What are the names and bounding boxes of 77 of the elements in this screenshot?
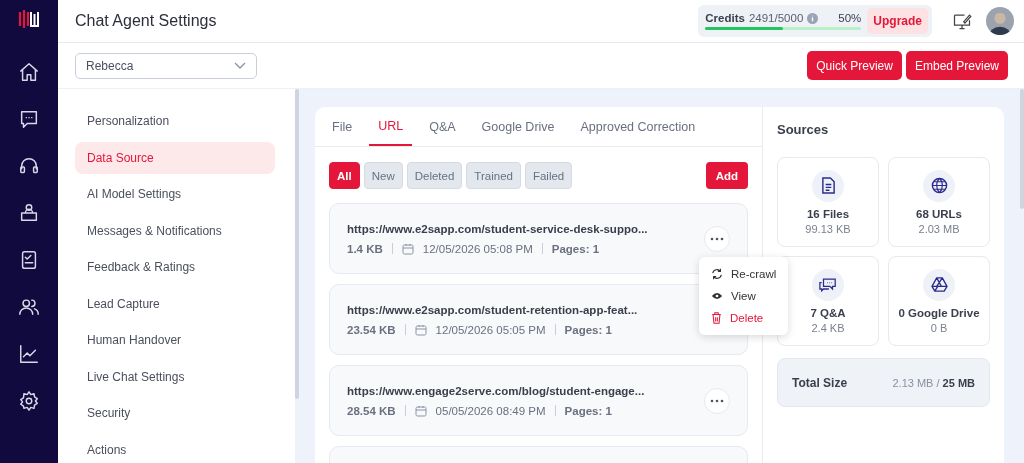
eye-icon xyxy=(711,291,723,301)
trash-icon xyxy=(711,312,722,324)
settings-icon[interactable] xyxy=(18,390,40,412)
calendar-icon xyxy=(401,242,414,255)
page-count: Pages: 1 xyxy=(564,404,612,417)
upgrade-button[interactable]: Upgrade xyxy=(867,8,928,34)
settings-menu-item[interactable]: Security xyxy=(75,397,275,429)
context-menu-item[interactable]: Delete xyxy=(699,307,789,329)
settings-menu-item[interactable]: Messages & Notifications xyxy=(75,214,275,247)
filter-chip[interactable]: Failed xyxy=(524,162,573,189)
total-size-label: Total Size xyxy=(792,375,848,390)
chat-bubbles-icon xyxy=(819,277,837,292)
total-size-value: 2.13 MB / 25 MB xyxy=(892,376,975,389)
settings-menu-item[interactable]: Live Chat Settings xyxy=(75,360,275,393)
document-icon xyxy=(820,177,836,194)
context-menu-item[interactable]: View xyxy=(699,285,789,307)
source-count: 7 Q&A xyxy=(810,306,846,319)
calendar-icon xyxy=(414,404,427,417)
source-size: 2.4 KB xyxy=(811,321,845,334)
url-text: https://www.e2sapp.com/student-retention-app-feat... xyxy=(347,303,639,316)
user-avatar[interactable] xyxy=(986,7,1014,35)
crawl-date: 12/05/2026 05:05 PM xyxy=(435,323,546,336)
file-size: 1.4 KB xyxy=(347,242,383,255)
add-button[interactable]: Add xyxy=(705,162,748,189)
credits-percent: 50% xyxy=(838,12,862,24)
monitor-pen-icon[interactable] xyxy=(952,11,972,31)
chat-icon[interactable] xyxy=(18,108,40,130)
file-size: 23.54 KB xyxy=(347,323,396,336)
context-menu-item[interactable]: Re-crawl xyxy=(699,263,789,285)
source-count: 68 URLs xyxy=(916,207,962,220)
ellipsis-icon xyxy=(710,236,724,241)
settings-menu-item[interactable]: Data Source xyxy=(75,141,275,174)
sources-title: Sources xyxy=(777,122,830,137)
source-tab[interactable]: Google Drive xyxy=(472,107,564,146)
users-icon[interactable] xyxy=(18,296,40,318)
ellipsis-icon xyxy=(710,398,724,403)
source-size: 2.03 MB xyxy=(918,222,960,235)
home-icon[interactable] xyxy=(18,61,40,83)
page-count: Pages: 1 xyxy=(551,242,600,255)
crawl-date: 05/05/2026 08:49 PM xyxy=(435,404,546,417)
drive-icon xyxy=(930,277,948,292)
credits-label: Credits xyxy=(705,12,745,24)
person-laptop-icon[interactable] xyxy=(18,202,40,224)
settings-menu-item[interactable]: Human Handover xyxy=(75,324,275,356)
preview-button[interactable]: Embed Preview xyxy=(905,51,1008,80)
settings-menu-item[interactable]: Actions xyxy=(75,433,275,463)
globe-icon xyxy=(930,177,948,194)
source-size: 0 B xyxy=(930,321,948,334)
filter-chip[interactable]: Deleted xyxy=(406,162,463,189)
settings-menu-item[interactable]: Personalization xyxy=(75,105,275,137)
settings-menu-item[interactable]: Lead Capture xyxy=(75,287,275,320)
calendar-icon xyxy=(414,323,427,336)
settings-menu-item[interactable]: Feedback & Ratings xyxy=(75,251,275,283)
source-size: 99.13 KB xyxy=(805,222,851,235)
filter-chip[interactable]: Trained xyxy=(466,162,521,189)
source-tab[interactable]: URL xyxy=(369,107,413,146)
page-count: Pages: 1 xyxy=(564,323,612,336)
file-size: 28.54 KB xyxy=(347,404,396,417)
crawl-date: 12/05/2026 05:08 PM xyxy=(422,242,533,255)
chart-icon[interactable] xyxy=(18,343,40,365)
source-count: 0 Google Drive xyxy=(898,306,980,319)
source-tab[interactable]: Approved Correction xyxy=(571,107,705,146)
settings-menu-item[interactable]: AI Model Settings xyxy=(75,178,275,210)
preview-button[interactable]: Quick Preview xyxy=(807,51,902,80)
chevron-down-icon xyxy=(234,61,246,70)
filter-chip[interactable]: New xyxy=(363,162,403,189)
filter-chip[interactable]: All xyxy=(329,162,360,189)
page-title: Chat Agent Settings xyxy=(75,12,218,30)
agent-select[interactable]: Rebecca xyxy=(75,52,257,79)
url-text: https://www.e2sapp.com/student-service-desk-suppo... xyxy=(347,222,649,235)
source-count: 16 Files xyxy=(806,207,850,220)
credits-value: 2491/5000 xyxy=(748,12,804,24)
logo-icon[interactable] xyxy=(18,8,40,30)
source-tab[interactable]: Q&A xyxy=(420,107,465,146)
refresh-icon xyxy=(711,268,723,280)
source-tab[interactable]: File xyxy=(323,107,362,146)
url-text: https://www.engage2serve.com/blog/student-engage... xyxy=(347,384,646,397)
